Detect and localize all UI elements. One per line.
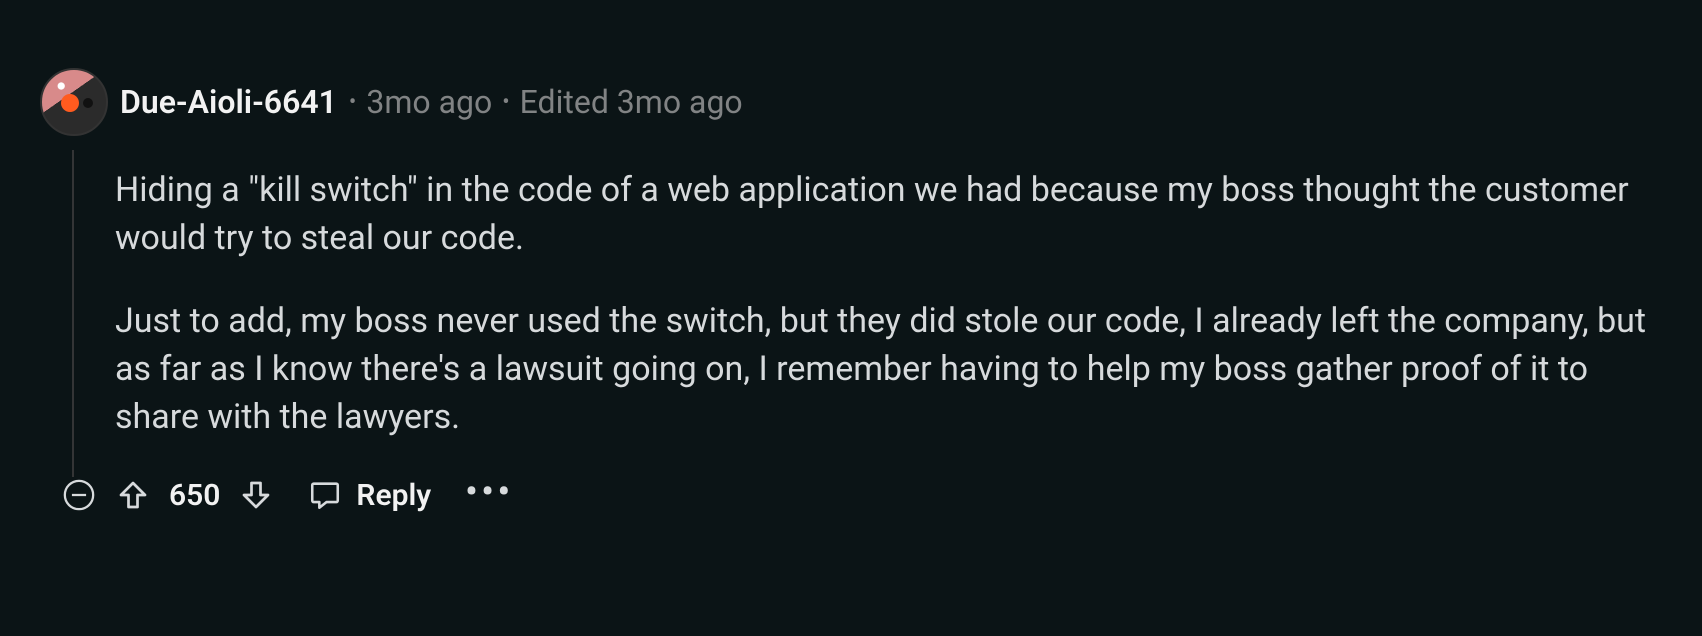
comment-edited: Edited 3mo ago — [520, 83, 743, 121]
comment-paragraph: Hiding a "kill switch" in the code of a … — [115, 166, 1662, 263]
downvote-button[interactable] — [238, 477, 274, 513]
collapse-button[interactable] — [61, 477, 97, 513]
upvote-button[interactable] — [115, 477, 151, 513]
comment-actions: 650 Reply ••• — [115, 475, 1662, 515]
reply-label: Reply — [356, 478, 431, 513]
avatar[interactable] — [40, 68, 108, 136]
more-options-button[interactable]: ••• — [465, 475, 514, 515]
comment-age: 3mo ago — [366, 83, 492, 121]
downvote-icon — [238, 477, 274, 513]
comment: Due-Aioli-6641 • 3mo ago • Edited 3mo ag… — [0, 0, 1702, 515]
comment-body: Hiding a "kill switch" in the code of a … — [115, 166, 1662, 441]
ellipsis-icon: ••• — [465, 475, 514, 509]
vote-group: 650 — [115, 477, 274, 513]
comment-meta: • 3mo ago • Edited 3mo ago — [349, 83, 743, 121]
upvote-icon — [115, 477, 151, 513]
separator-dot: • — [502, 90, 509, 115]
reply-button[interactable]: Reply — [308, 478, 431, 513]
vote-score: 650 — [169, 478, 220, 513]
username[interactable]: Due-Aioli-6641 — [120, 83, 337, 121]
separator-dot: • — [349, 90, 356, 115]
comment-icon — [308, 478, 342, 512]
thread-line — [72, 150, 74, 477]
comment-paragraph: Just to add, my boss never used the swit… — [115, 297, 1662, 442]
comment-header: Due-Aioli-6641 • 3mo ago • Edited 3mo ag… — [40, 68, 1662, 136]
minus-circle-icon — [62, 478, 96, 512]
